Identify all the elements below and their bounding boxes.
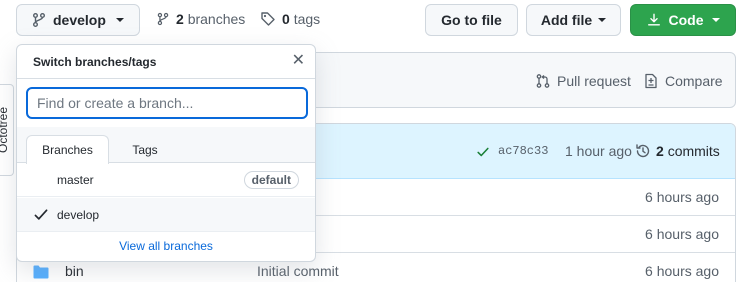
tags-link[interactable]: 0 tags: [260, 11, 320, 27]
octotree-toggle[interactable]: Octotree: [0, 84, 14, 176]
check-icon: [34, 209, 48, 221]
compare-label: Compare: [665, 73, 723, 89]
tags-label: tags: [293, 11, 321, 27]
dropdown-tabs: Branches Tags: [17, 127, 315, 164]
add-file-button[interactable]: Add file: [526, 4, 621, 36]
code-label: Code: [668, 12, 704, 28]
commits-label: commits: [667, 143, 720, 159]
branch-item-develop[interactable]: develop: [17, 198, 315, 232]
view-all-branches-link[interactable]: View all branches: [17, 239, 315, 253]
branch-search-input[interactable]: [26, 87, 308, 119]
file-age: 6 hours ago: [645, 226, 719, 242]
branch-icon: [31, 12, 47, 28]
close-icon[interactable]: ✕: [292, 53, 305, 69]
folder-icon: [33, 265, 49, 279]
download-icon: [647, 13, 661, 27]
history-icon: [635, 143, 651, 159]
tab-branches[interactable]: Branches: [26, 135, 109, 164]
tab-tags[interactable]: Tags: [125, 135, 165, 164]
commit-message[interactable]: Initial commit: [257, 263, 339, 279]
commit-time[interactable]: 1 hour ago: [565, 143, 632, 159]
branches-link[interactable]: 2 branches: [156, 11, 245, 27]
branches-label: branches: [187, 11, 246, 27]
branch-selector-button[interactable]: develop: [16, 4, 140, 36]
pull-request-icon: [535, 73, 551, 89]
compare-link[interactable]: Compare: [643, 73, 723, 89]
branch-item-label: master: [57, 173, 94, 187]
branch-icon: [156, 11, 170, 27]
pull-request-label: Pull request: [557, 73, 631, 89]
go-to-file-label: Go to file: [441, 12, 502, 28]
branches-count: 2: [176, 11, 184, 27]
dropdown-title: Switch branches/tags: [33, 55, 157, 69]
chevron-down-icon: [115, 18, 124, 22]
tags-count: 0: [282, 11, 290, 27]
branch-name: develop: [53, 12, 106, 28]
branch-item-label: develop: [57, 208, 100, 222]
branch-item-master[interactable]: master default: [17, 163, 315, 197]
add-file-label: Add file: [540, 12, 593, 28]
file-age: 6 hours ago: [645, 263, 719, 279]
branch-switcher-dropdown: Switch branches/tags ✕ Branches Tags mas…: [16, 44, 316, 262]
pull-request-link[interactable]: Pull request: [535, 73, 631, 89]
divider: [17, 78, 315, 79]
default-badge: default: [243, 171, 299, 189]
go-to-file-button[interactable]: Go to file: [425, 4, 518, 36]
tag-icon: [260, 11, 276, 27]
chevron-down-icon: [711, 18, 720, 22]
code-button[interactable]: Code: [630, 4, 736, 36]
file-name[interactable]: bin: [65, 263, 84, 279]
commit-hash[interactable]: ac78c33: [498, 144, 548, 158]
commits-link[interactable]: 2 commits: [635, 143, 720, 159]
check-icon: [476, 145, 490, 159]
chevron-down-icon: [598, 18, 607, 22]
compare-icon: [643, 73, 659, 89]
file-age: 6 hours ago: [645, 189, 719, 205]
commits-count: 2: [656, 143, 664, 159]
octotree-label: Octotree: [0, 106, 10, 154]
